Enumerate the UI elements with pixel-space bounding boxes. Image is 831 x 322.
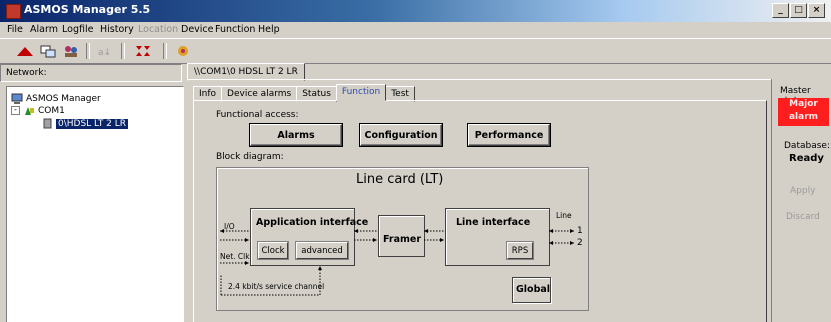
major-alarm-text: Major alarm [788,99,819,122]
service-path [221,270,321,296]
line-2-label: 2 [577,238,583,248]
application-window: ASMOS Manager 5.5 _ □ × File Alarm Logfi… [0,0,831,322]
diagram-arrows [220,229,574,296]
database-status: Ready [789,153,824,164]
discard-button[interactable]: Discard [786,212,820,222]
apply-button[interactable]: Apply [790,186,815,196]
line-1-label: 1 [577,226,583,236]
tab-function[interactable]: Function [335,84,387,101]
database-label: Database: [784,141,830,151]
major-alarm-badge: Major alarm [778,98,829,126]
